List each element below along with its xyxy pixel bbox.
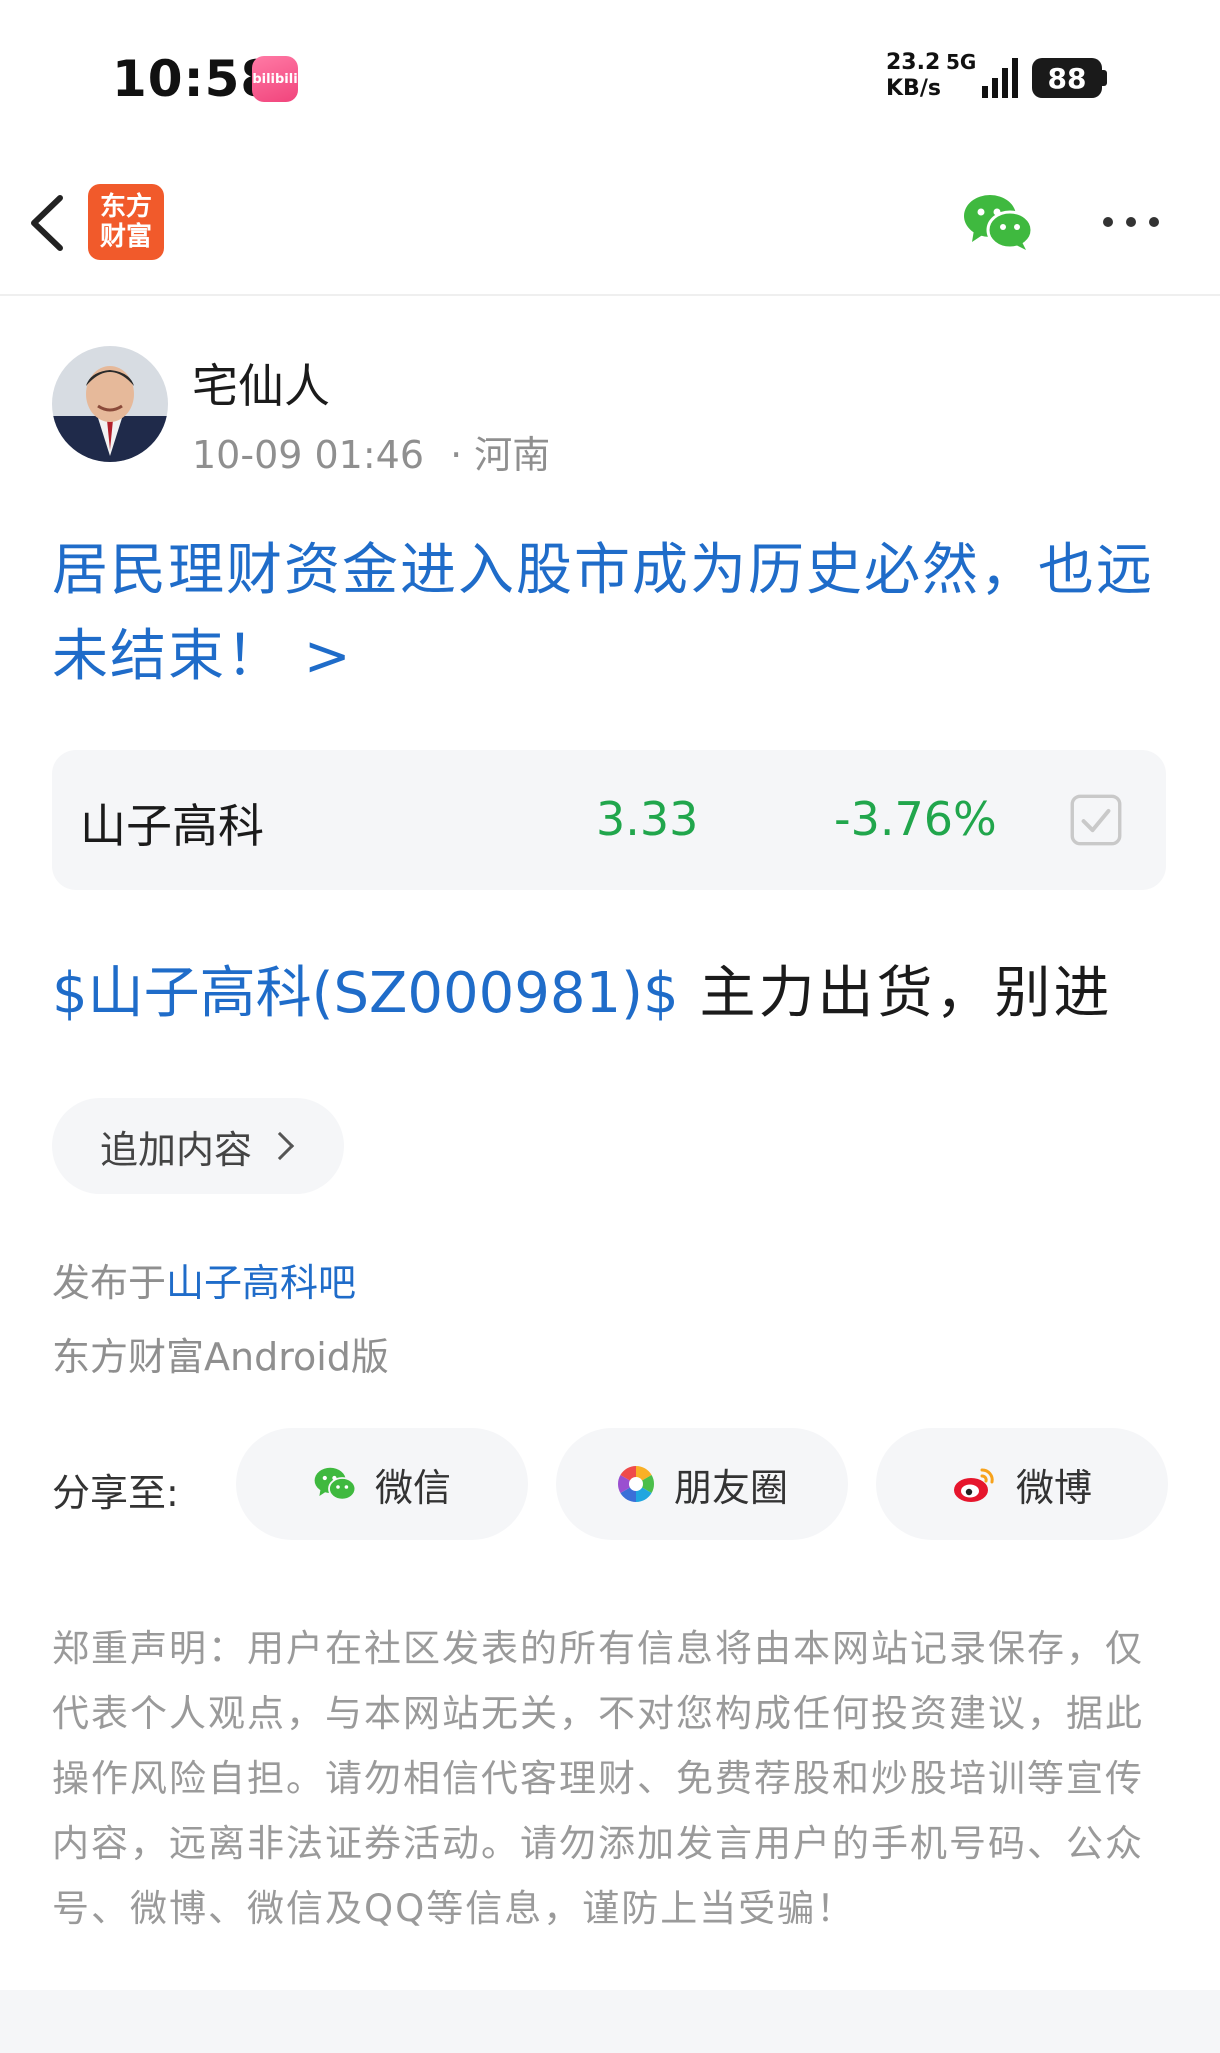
stock-price: 3.33: [596, 792, 699, 846]
post-body-text: 主力出货，别进: [678, 961, 1113, 1026]
eastmoney-logo[interactable]: 东方 财富: [88, 184, 164, 260]
post-datetime: 10-09 01:46: [192, 433, 425, 477]
post-body: $山子高科(SZ000981)$ 主力出货，别进: [52, 956, 1112, 1032]
legal-disclaimer: 郑重声明：用户在社区发表的所有信息将由本网站记录保存，仅代表个人观点，与本网站无…: [52, 1627, 1144, 1930]
network-speed-unit: KB/s: [886, 76, 941, 101]
battery-tip: [1102, 70, 1107, 86]
logo-text-line2: 财富: [99, 222, 152, 252]
client-source: 东方财富Android版: [52, 1335, 389, 1379]
published-prefix: 发布于: [52, 1261, 167, 1305]
share-wechat-button[interactable]: 微信: [236, 1428, 528, 1540]
share-wechat-label: 微信: [374, 1465, 451, 1510]
stock-tag-link[interactable]: $山子高科(SZ000981)$: [52, 961, 679, 1026]
wechat-share-icon[interactable]: [962, 192, 1034, 252]
share-weibo-label: 微博: [1015, 1465, 1092, 1510]
post-location: · 河南: [450, 433, 551, 477]
author-avatar[interactable]: [52, 346, 168, 462]
signal-strength-icon: [982, 58, 1018, 98]
more-options-icon[interactable]: [1096, 206, 1166, 238]
chevron-right-icon: [265, 1131, 295, 1161]
back-arrow-icon[interactable]: [18, 188, 78, 258]
author-name[interactable]: 宅仙人: [192, 350, 330, 416]
bottom-section-divider: [0, 1990, 1220, 2053]
moments-icon: [617, 1466, 654, 1502]
battery-indicator: 88: [1032, 58, 1102, 98]
network-speed-value: 23.2: [886, 50, 941, 75]
stock-bar-link[interactable]: 山子高科吧: [166, 1261, 356, 1305]
share-label: 分享至:: [52, 1471, 179, 1515]
post-title-link[interactable]: 居民理财资金进入股市成为历史必然，也远未结束！ >: [52, 528, 1172, 700]
share-moments-button[interactable]: 朋友圈: [556, 1428, 848, 1540]
stock-name: 山子高科: [80, 799, 264, 853]
header-divider: [0, 294, 1220, 296]
add-content-label: 追加内容: [100, 1127, 253, 1172]
network-speed: 23.2 KB/s: [886, 50, 941, 102]
stock-change-percent: -3.76%: [834, 792, 997, 846]
network-type: 5G: [946, 50, 977, 74]
weibo-icon: [953, 1468, 994, 1502]
logo-text-line1: 东方: [99, 192, 152, 222]
share-moments-label: 朋友圈: [673, 1465, 788, 1510]
share-weibo-button[interactable]: 微博: [876, 1428, 1168, 1540]
watchlist-check-icon[interactable]: [1070, 794, 1122, 846]
wechat-icon: [314, 1467, 357, 1501]
bilibili-notification-icon: bilibili: [252, 56, 298, 102]
post-meta: 10-09 01:46 · 河南: [192, 424, 550, 479]
add-content-button[interactable]: 追加内容: [52, 1098, 344, 1194]
published-in: 发布于山子高科吧: [52, 1252, 356, 1307]
